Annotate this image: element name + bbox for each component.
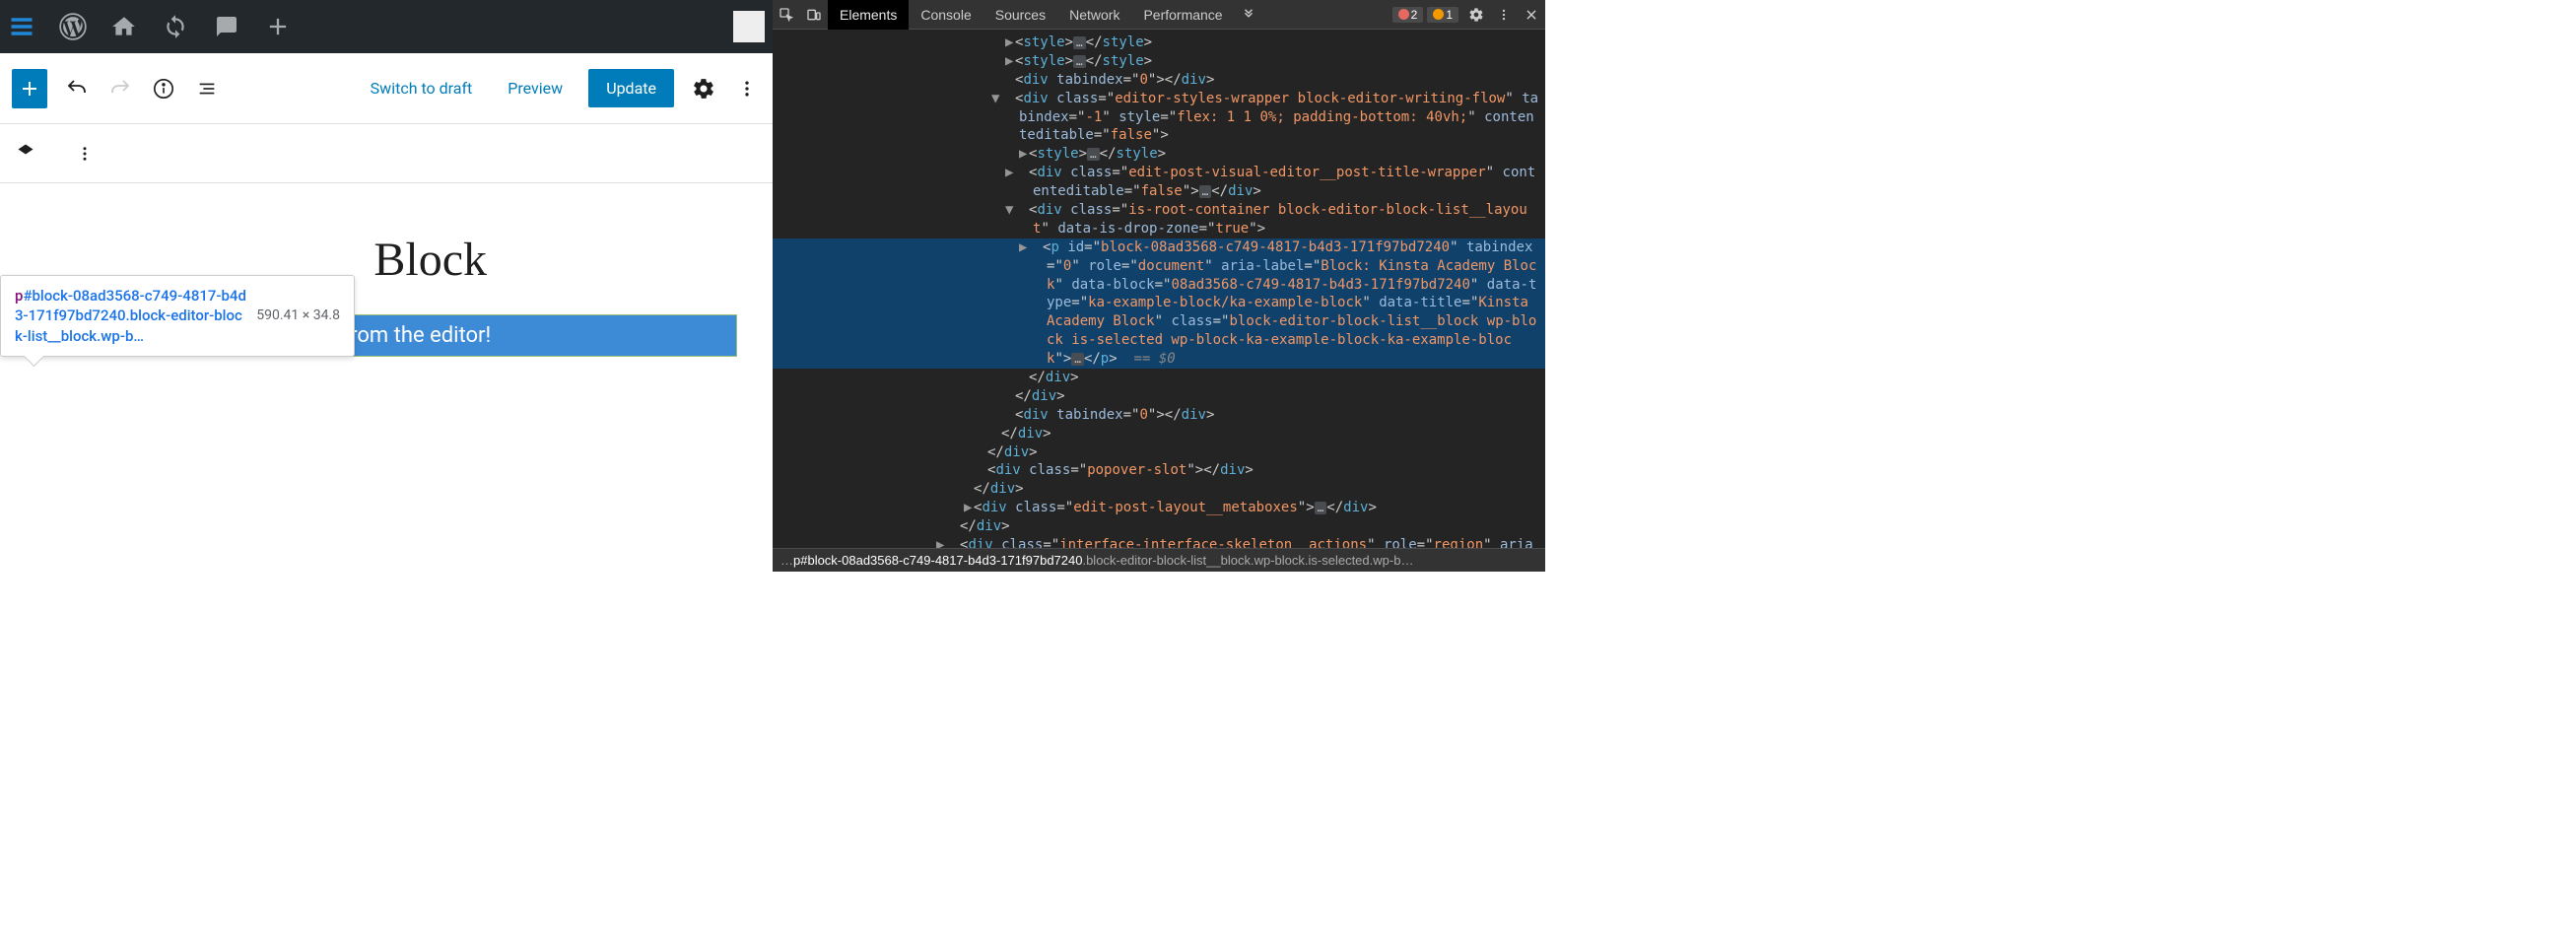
dom-tree-line[interactable]: </div> <box>773 387 1545 406</box>
dom-tree[interactable]: ▶<style>…</style>▶<style>…</style> <div … <box>773 30 1545 548</box>
dom-tree-line[interactable]: ▼<div class="editor-styles-wrapper block… <box>773 90 1545 146</box>
dom-tree-line[interactable]: <div class="popover-slot"></div> <box>773 461 1545 480</box>
undo-button[interactable] <box>63 75 91 102</box>
comment-icon[interactable] <box>213 13 240 40</box>
dom-tree-line[interactable]: </div> <box>773 517 1545 536</box>
block-toolbar <box>0 124 773 183</box>
dom-tree-line[interactable]: ▶<div class="interface-interface-skeleto… <box>773 536 1545 548</box>
devtools-panel: Elements Console Sources Network Perform… <box>773 0 1545 572</box>
redo-button[interactable] <box>106 75 134 102</box>
preview-button[interactable]: Preview <box>498 73 573 103</box>
tab-network[interactable]: Network <box>1057 0 1131 30</box>
element-inspect-tooltip: p#block-08ad3568-c749-4817-b4d3-171f97bd… <box>0 275 355 357</box>
dom-tree-line[interactable]: ▶<div class="edit-post-visual-editor__po… <box>773 164 1545 201</box>
tab-console[interactable]: Console <box>909 0 983 30</box>
settings-icon[interactable] <box>690 75 717 102</box>
tooltip-dimensions: 590.41 × 34.8 <box>256 307 340 323</box>
dom-tree-line[interactable]: <div tabindex="0"></div> <box>773 71 1545 90</box>
dom-tree-line[interactable]: ▶<p id="block-08ad3568-c749-4817-b4d3-17… <box>773 238 1545 369</box>
devtools-settings-icon[interactable] <box>1462 1 1490 29</box>
editor-canvas[interactable]: p#block-08ad3568-c749-4817-b4d3-171f97bd… <box>0 183 773 572</box>
wordpress-editor-panel: Switch to draft Preview Update p#block-0… <box>0 0 773 572</box>
tooltip-selector: p#block-08ad3568-c749-4817-b4d3-171f97bd… <box>15 286 246 346</box>
errors-badge[interactable]: 2 <box>1392 7 1424 23</box>
add-block-button[interactable] <box>12 69 47 108</box>
devtools-tabbar: Elements Console Sources Network Perform… <box>773 0 1545 30</box>
hamburger-icon[interactable] <box>8 13 35 40</box>
wordpress-logo-icon[interactable] <box>59 13 87 40</box>
outline-button[interactable] <box>193 75 221 102</box>
dom-tree-line[interactable]: </div> <box>773 425 1545 443</box>
tab-elements[interactable]: Elements <box>828 0 909 30</box>
home-icon[interactable] <box>110 13 138 40</box>
info-button[interactable] <box>150 75 177 102</box>
more-menu-button[interactable] <box>733 75 761 102</box>
dom-tree-line[interactable]: </div> <box>773 369 1545 387</box>
tab-sources[interactable]: Sources <box>983 0 1057 30</box>
dom-tree-line[interactable]: ▶<style>…</style> <box>773 52 1545 71</box>
dom-breadcrumb[interactable]: … p#block-08ad3568-c749-4817-b4d3-171f97… <box>773 548 1545 572</box>
dom-tree-line[interactable]: ▶<div class="edit-post-layout__metaboxes… <box>773 499 1545 517</box>
update-button[interactable]: Update <box>588 69 674 107</box>
dom-tree-line[interactable]: ▼<div class="is-root-container block-edi… <box>773 201 1545 238</box>
plus-icon[interactable] <box>264 13 292 40</box>
user-avatar[interactable] <box>733 11 765 42</box>
warnings-badge[interactable]: 1 <box>1427 7 1458 23</box>
refresh-icon[interactable] <box>162 13 189 40</box>
dom-tree-line[interactable]: </div> <box>773 480 1545 499</box>
inspect-element-icon[interactable] <box>773 1 800 29</box>
dom-tree-line[interactable]: </div> <box>773 443 1545 462</box>
wp-admin-bar <box>0 0 773 53</box>
more-tabs-icon[interactable] <box>1235 1 1262 29</box>
switch-draft-button[interactable]: Switch to draft <box>361 73 483 103</box>
devtools-close-icon[interactable] <box>1518 1 1545 29</box>
block-more-button[interactable] <box>71 140 99 168</box>
editor-header: Switch to draft Preview Update <box>0 53 773 124</box>
dom-tree-line[interactable]: ▶<style>…</style> <box>773 145 1545 164</box>
device-toolbar-icon[interactable] <box>800 1 828 29</box>
dom-tree-line[interactable]: <div tabindex="0"></div> <box>773 406 1545 425</box>
devtools-more-icon[interactable] <box>1490 1 1518 29</box>
tab-performance[interactable]: Performance <box>1131 0 1234 30</box>
block-type-icon[interactable] <box>16 142 35 166</box>
dom-tree-line[interactable]: ▶<style>…</style> <box>773 34 1545 52</box>
